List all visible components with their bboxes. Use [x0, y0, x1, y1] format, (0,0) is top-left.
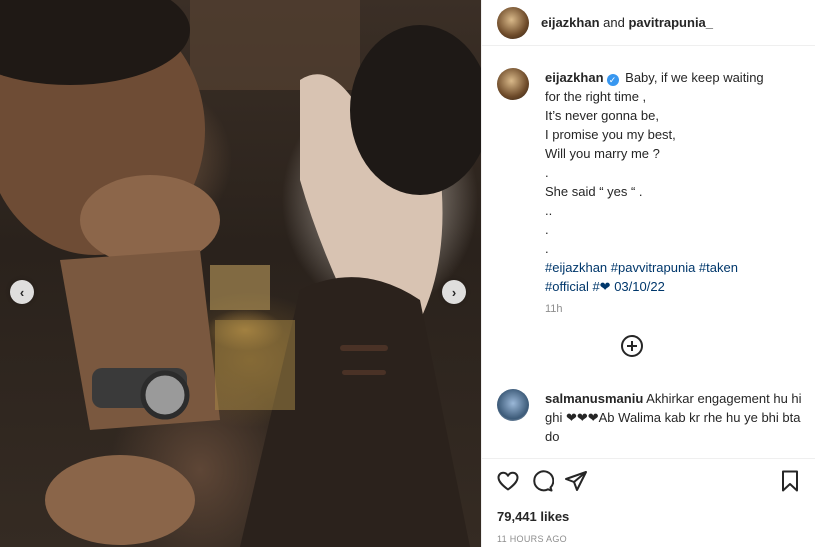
caption-line: Will you marry me ? — [545, 146, 660, 161]
caption-line: Baby, if we keep waiting — [625, 70, 764, 85]
comment-button[interactable] — [528, 467, 556, 495]
header-connector: and — [603, 15, 625, 30]
ceiling-area — [190, 0, 360, 90]
caption-line: I promise you my best, — [545, 127, 676, 142]
caption-line: for the right time , — [545, 89, 647, 104]
caption-line: She said “ yes “ . — [545, 184, 643, 199]
author-username-link[interactable]: eijazkhan — [541, 15, 600, 30]
caption-line: .. — [545, 203, 553, 218]
bar-counter-shape — [215, 320, 295, 410]
share-button[interactable] — [562, 467, 590, 495]
caption-line: . — [545, 241, 549, 256]
caption-hashtags[interactable]: #official #❤ 03/10/22 — [545, 277, 764, 296]
caption-line: It’s never gonna be, — [545, 108, 659, 123]
comment-body: salmanusmaniu Akhirkar engagement hu hi … — [545, 389, 810, 446]
woman-body-shape — [240, 277, 470, 547]
bookmark-icon — [782, 470, 798, 492]
post-sidebar: eijazkhan and pavitrapunia_ eijazkhan ✓ B… — [481, 0, 815, 547]
save-button[interactable] — [776, 467, 804, 495]
carousel-next-button[interactable]: › — [442, 280, 466, 304]
chevron-right-icon: › — [451, 284, 457, 300]
caption-time[interactable]: 11h — [545, 300, 764, 319]
bracelet-shape — [340, 345, 388, 351]
bar-bottles-shape — [210, 265, 270, 310]
caption: eijazkhan ✓ Baby, if we keep waiting for … — [482, 46, 815, 319]
caption-body: eijazkhan ✓ Baby, if we keep waiting for … — [545, 68, 764, 319]
author-avatar[interactable] — [497, 6, 529, 39]
posted-time[interactable]: 11 HOURS AGO — [497, 534, 567, 544]
chevron-left-icon: ‹ — [19, 284, 25, 300]
caption-author-link[interactable]: eijazkhan — [545, 70, 604, 85]
post-photo[interactable]: ‹ › — [0, 0, 481, 547]
caption-hashtags[interactable]: #eijazkhan #pavvitrapunia #taken — [545, 258, 764, 277]
carousel-prev-button[interactable]: ‹ — [10, 280, 34, 304]
coauthor-username-link[interactable]: pavitrapunia_ — [628, 15, 713, 30]
likes-count[interactable]: 79,441 likes — [497, 509, 569, 524]
post-actions: 79,441 likes 11 HOURS AGO — [482, 458, 815, 547]
watch-face-shape — [140, 370, 190, 420]
verified-badge-icon: ✓ — [606, 74, 619, 86]
instagram-post: ‹ › eijazkhan and pavitrapunia_ eijazkha… — [0, 0, 815, 547]
paper-plane-icon — [565, 471, 587, 491]
comment-item: salmanusmaniu Akhirkar engagement hu hi … — [482, 389, 815, 446]
post-header: eijazkhan and pavitrapunia_ — [482, 0, 815, 46]
load-more-comments-button[interactable] — [620, 334, 644, 358]
like-button[interactable] — [494, 467, 522, 495]
photo-illustration — [0, 0, 481, 547]
caption-line: . — [545, 165, 549, 180]
bracelet-shape — [342, 370, 386, 375]
comments-area[interactable]: eijazkhan ✓ Baby, if we keep waiting for … — [482, 46, 815, 458]
action-icons — [494, 467, 590, 495]
commenter-username-link[interactable]: salmanusmaniu — [545, 391, 643, 406]
caption-avatar[interactable] — [497, 68, 529, 100]
plus-circle-icon — [621, 335, 643, 357]
comment-icon — [533, 470, 554, 492]
caption-line: . — [545, 222, 549, 237]
header-title: eijazkhan and pavitrapunia_ — [541, 15, 713, 30]
lower-hand-shape — [45, 455, 195, 545]
heart-icon — [497, 471, 519, 491]
commenter-avatar[interactable] — [497, 389, 529, 421]
